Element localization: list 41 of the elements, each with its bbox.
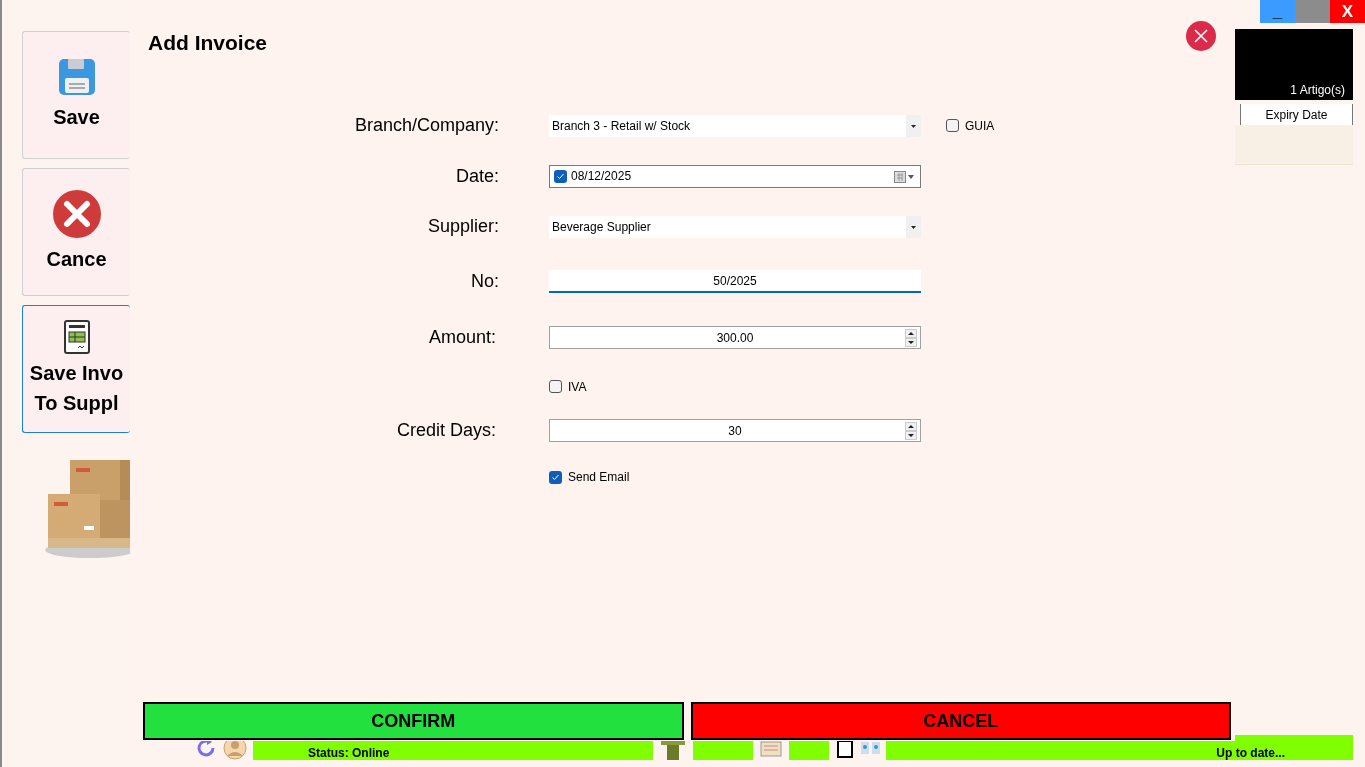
checkbox-label: IVA	[568, 378, 587, 396]
text-field[interactable]: 50/2025	[549, 270, 921, 293]
close-button[interactable]	[1186, 21, 1216, 51]
column-header[interactable]: Expiry Date	[1240, 104, 1353, 125]
checkbox[interactable]	[549, 380, 562, 393]
checkmark-icon	[556, 171, 565, 181]
item-count: 1 Artigo(s)	[1290, 82, 1345, 98]
number-field[interactable]: 30	[549, 419, 921, 442]
users-icon	[861, 741, 880, 754]
confirm-button[interactable]: CONFIRM	[143, 702, 684, 740]
status-text: Status: Online	[308, 746, 390, 760]
spinner-arrows-icon	[905, 422, 917, 440]
sidebar-button[interactable]: Save Invo To Suppl	[22, 305, 130, 433]
sidebar-button[interactable]: Cance	[22, 168, 130, 296]
close-icon	[1193, 28, 1209, 44]
number-field[interactable]: 300.00	[549, 326, 921, 349]
field-label: Branch/Company:	[354, 115, 499, 135]
field-label: Credit Days:	[396, 420, 497, 440]
sidebar-button[interactable]: Save	[22, 31, 130, 159]
field-label: No:	[471, 271, 499, 291]
close-button[interactable]: X	[1330, 0, 1365, 23]
error-circle-icon	[52, 190, 101, 238]
field-label: Amount:	[428, 327, 497, 347]
dialog-title: Add Invoice	[148, 30, 268, 56]
checkmark-icon	[551, 472, 560, 482]
checkbox[interactable]	[946, 119, 959, 132]
field-label: Date:	[455, 165, 499, 186]
checkbox[interactable]	[554, 169, 567, 183]
dropdown[interactable]: Branch 3 - Retail w/ Stock	[549, 114, 921, 137]
dropdown[interactable]: Beverage Supplier	[549, 215, 921, 238]
checkbox-label: Send Email	[568, 469, 630, 486]
invoice-document-icon	[63, 320, 90, 354]
update-status-text: Up to date...	[1216, 746, 1285, 760]
checkbox[interactable]	[549, 470, 562, 484]
date-field[interactable]: 08/12/2025	[549, 164, 921, 188]
calendar-icon	[894, 170, 916, 183]
checkbox-label: GUIA	[965, 117, 995, 135]
field-label: Supplier:	[427, 216, 499, 236]
minimize-button[interactable]: _	[1260, 0, 1295, 23]
cancel-button[interactable]: CANCEL	[690, 702, 1231, 740]
spinner-arrows-icon	[905, 329, 917, 347]
